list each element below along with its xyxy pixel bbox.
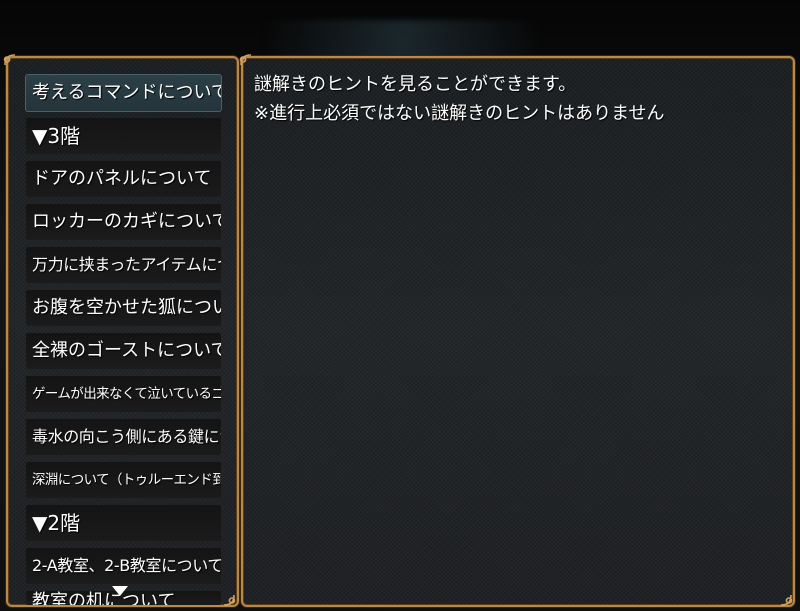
hint-command-item[interactable]: 深淵について（トゥルーエンド到達条件） [26, 462, 221, 498]
hint-command-item[interactable]: ドアのパネルについて [26, 161, 221, 197]
hint-command-window: 考えるコマンドについて ▼3階ドアのパネルについて ロッカーのカギについて 万力に挟ま… [6, 56, 239, 607]
hint-command-item[interactable]: 2-A教室、2-B教室について [26, 548, 221, 584]
hint-command-item[interactable]: ゲームが出来なくて泣いているゴーストについて [26, 376, 221, 412]
help-line-2: ※進行上必須ではない謎解きのヒントはありません [254, 103, 665, 124]
ornament-corner-icon [222, 593, 236, 607]
background-glow [262, 20, 542, 60]
hint-command-item[interactable]: ロッカーのカギについて [26, 204, 221, 240]
ornament-corner-icon [3, 53, 17, 67]
hint-command-item[interactable]: 全裸のゴーストについて [26, 333, 221, 369]
hint-command-item[interactable]: 毒水の向こう側にある鍵について [26, 419, 221, 455]
floor-header: ▼3階 [26, 118, 221, 154]
ornament-corner-icon [239, 53, 253, 67]
hint-command-item[interactable]: 考えるコマンドについて [25, 74, 222, 112]
floor-header: ▼2階 [26, 505, 221, 541]
hint-command-item[interactable]: 万力に挟まったアイテムについて [26, 247, 221, 283]
scroll-down-triangle-icon[interactable] [112, 586, 128, 596]
help-line-1: 謎解きのヒントを見ることができます。 [254, 74, 577, 95]
hint-command-item[interactable]: お腹を空かせた狐について [26, 290, 221, 326]
hint-command-list: 考えるコマンドについて ▼3階ドアのパネルについて ロッカーのカギについて 万力に挟ま… [25, 74, 222, 605]
hint-help-window: 謎解きのヒントを見ることができます。 ※進行上必須ではない謎解きのヒントはありま… [241, 56, 795, 607]
help-text: 謎解きのヒントを見ることができます。 ※進行上必須ではない謎解きのヒントはありま… [254, 70, 784, 128]
ornament-corner-icon [779, 593, 793, 607]
